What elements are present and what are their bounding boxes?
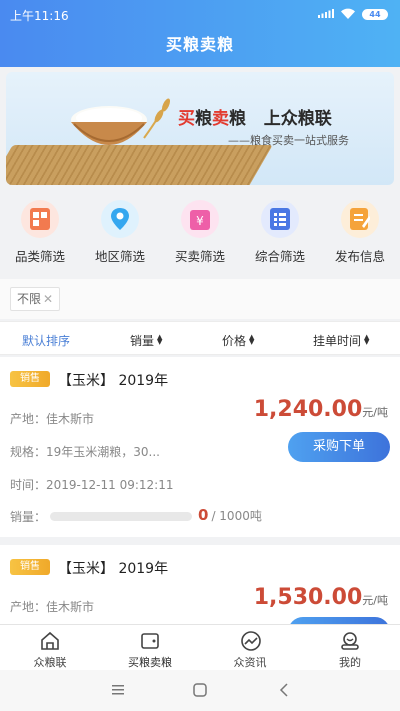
region-filter-button[interactable]: 地区筛选 [80,196,160,268]
bottom-tab-bar: 众粮联 买粮卖粮 众资讯 我的 [0,624,400,670]
sort-price-label: 价格 [222,334,247,348]
home-nav-icon[interactable] [190,682,210,698]
filter-chip[interactable]: 不限 ✕ [10,287,61,311]
sales-progress-bar [50,512,192,521]
profile-icon [341,632,359,650]
tab-buy-sell[interactable]: 买粮卖粮 [100,625,200,671]
sort-sales[interactable]: 销量 ▲ ▼ [130,332,162,349]
price: 1,530.00元/吨 [253,585,388,610]
promo-banner[interactable]: 买粮卖粮 上众粮联 ——粮食买卖一站式服务 [6,72,394,185]
sort-price[interactable]: 价格 ▲ ▼ [222,332,254,349]
back-icon[interactable] [274,682,294,698]
sort-arrows-icon: ▲ ▼ [249,333,255,346]
region-filter-label: 地区筛选 [94,249,145,264]
home-icon [41,631,59,650]
sale-tag: 销售 [10,371,50,387]
listing-title: 【玉米】 2019年 [58,373,169,389]
listing-card[interactable]: 销售 【玉米】 2019年 产地：佳木斯市 1,530.00元/吨 [0,545,400,647]
category-filter-label: 品类筛选 [14,249,65,264]
battery-icon: 44 [362,9,388,20]
tab-news-label: 众资讯 [233,656,267,669]
listing-card[interactable]: 销售 【玉米】 2019年 产地：佳木斯市 1,240.00元/吨 规格：19年… [0,357,400,537]
listing-title: 【玉米】 2019年 [58,561,169,577]
rice-bowl-image [71,98,171,145]
menu-icon[interactable] [108,682,128,698]
category-row: 品类筛选 地区筛选 ¥ 买卖筛选 综合筛选 发布信息 [0,196,400,268]
combined-filter-label: 综合筛选 [254,249,305,264]
spec-row: 规格：19年玉米潮粮，30... [10,445,160,459]
status-time: 上午11:16 [10,9,69,23]
system-nav-bar [0,670,400,711]
publish-icon [341,200,379,238]
tab-profile-label: 我的 [339,656,361,669]
location-icon [101,200,139,238]
sales-label: 销量： [10,510,47,524]
page-title: 买粮卖粮 [165,35,234,54]
origin-row: 产地：佳木斯市 [10,600,95,614]
purchase-order-button[interactable]: 采购下单 [288,432,390,462]
category-icon [21,200,59,238]
sort-bar: 默认排序 销量 ▲ ▼ 价格 ▲ ▼ 挂单时间 ▲ ▼ [0,321,400,355]
sort-time-label: 挂单时间 [313,334,362,348]
sort-sales-label: 销量 [130,334,155,348]
wallet-icon [141,633,159,649]
publish-info-button[interactable]: 发布信息 [320,196,400,268]
trade-filter-button[interactable]: ¥ 买卖筛选 [160,196,240,268]
trade-filter-label: 买卖筛选 [174,249,225,264]
sort-arrows-icon: ▲ ▼ [364,333,370,346]
tab-news[interactable]: 众资讯 [200,625,300,671]
sale-tag: 销售 [10,559,50,575]
tab-home[interactable]: 众粮联 [0,625,100,671]
trend-icon [241,631,261,651]
origin-row: 产地：佳木斯市 [10,412,95,426]
close-icon[interactable]: ✕ [43,292,53,306]
tab-buy-sell-label: 买粮卖粮 [128,656,172,669]
list-icon [261,200,299,238]
sort-default[interactable]: 默认排序 [22,332,70,349]
svg-text:¥: ¥ [196,214,204,228]
tab-home-label: 众粮联 [33,656,67,669]
filter-chip-label: 不限 [17,292,42,306]
sort-time[interactable]: 挂单时间 ▲ ▼ [313,332,369,349]
category-filter-button[interactable]: 品类筛选 [0,196,80,268]
combined-filter-button[interactable]: 综合筛选 [240,196,320,268]
sort-arrows-icon: ▲ ▼ [157,333,163,346]
active-filter-bar: 不限 ✕ [0,279,400,319]
publish-info-label: 发布信息 [334,249,385,264]
time-row: 时间：2019-12-11 09:12:11 [10,478,174,492]
app-header: 上午11:16 44 买粮卖粮 [0,0,400,67]
banner-subtitle: ——粮食买卖一站式服务 [228,134,349,147]
yen-icon: ¥ [181,200,219,238]
banner-title: 买粮卖粮 上众粮联 [178,109,332,129]
status-bar: 上午11:16 44 [0,0,400,26]
tab-profile[interactable]: 我的 [300,625,400,671]
price: 1,240.00元/吨 [253,397,388,422]
sales-count: 0/ 1000吨 [198,506,262,524]
signal-icon [318,9,334,18]
wifi-icon [341,8,355,19]
